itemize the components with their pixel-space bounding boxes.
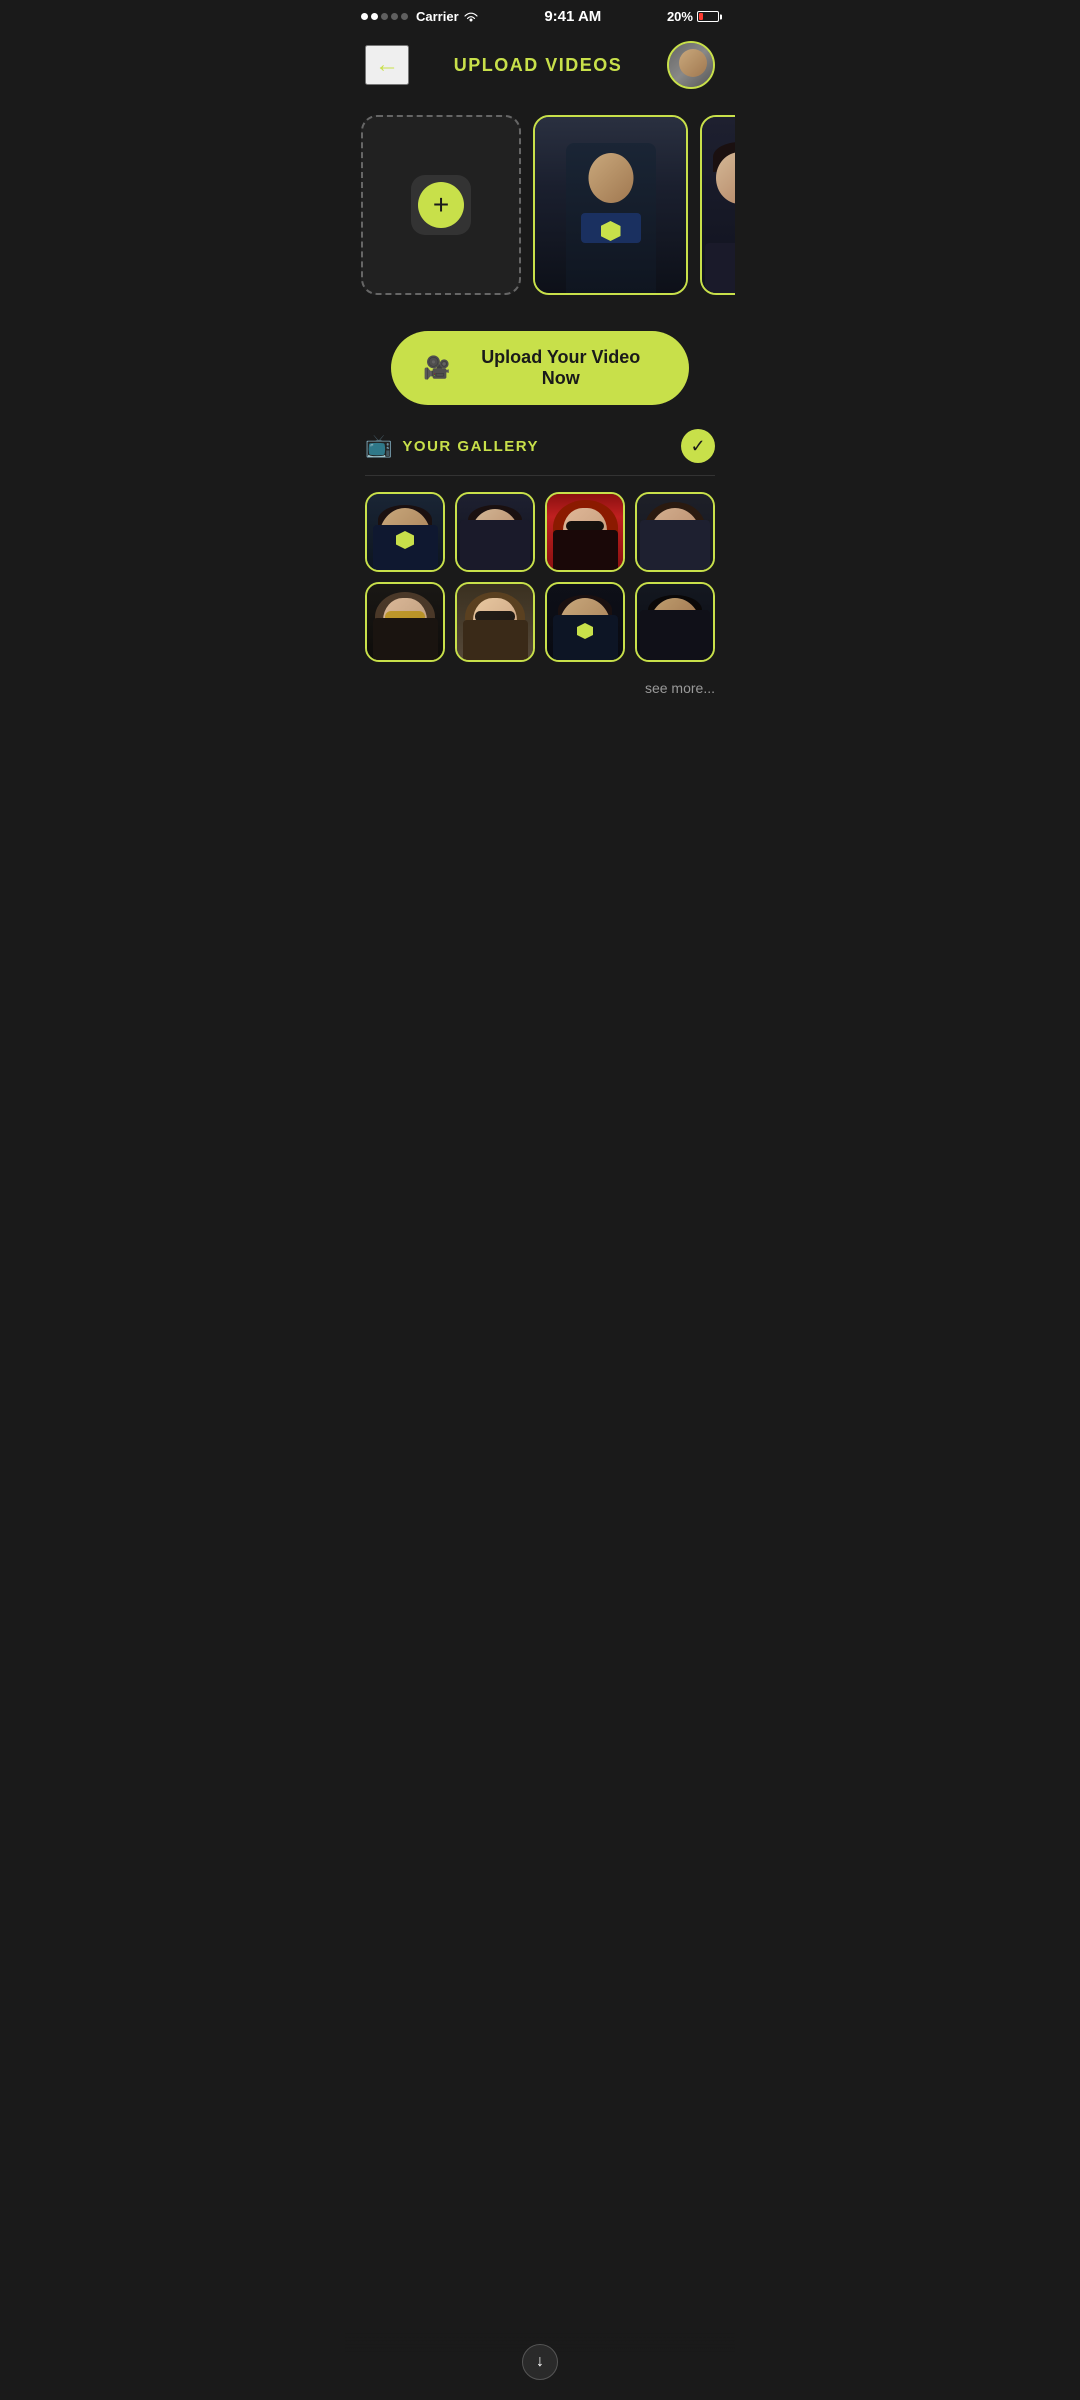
signal-icon xyxy=(361,13,408,20)
add-video-button[interactable]: + xyxy=(361,115,521,295)
gallery-item-2[interactable] xyxy=(455,492,535,572)
video-thumbnail-1[interactable] xyxy=(533,115,688,295)
gallery-grid-row1 xyxy=(365,492,715,572)
gallery-item-7[interactable] xyxy=(545,582,625,662)
status-right: 20% xyxy=(667,9,719,24)
upload-button-label: Upload Your Video Now xyxy=(465,347,657,389)
gallery-header: 📺 YOUR GALLERY ✓ xyxy=(365,429,715,476)
gallery-item-3[interactable] xyxy=(545,492,625,572)
gallery-item-1[interactable] xyxy=(365,492,445,572)
gallery-icon: 📺 xyxy=(365,433,392,459)
gallery-item-4[interactable] xyxy=(635,492,715,572)
avatar[interactable] xyxy=(667,41,715,89)
plus-icon: + xyxy=(418,182,464,228)
battery-label: 20% xyxy=(667,9,693,24)
upload-section: 🎥 Upload Your Video Now xyxy=(345,315,735,429)
video-preview-section: + xyxy=(345,105,735,315)
see-more-button[interactable]: see more... xyxy=(645,680,715,696)
status-bar: Carrier 9:41 AM 20% xyxy=(345,0,735,29)
header: ← UPLOAD VIDEOS xyxy=(345,29,735,105)
gallery-section: 📺 YOUR GALLERY ✓ xyxy=(345,429,735,714)
upload-button[interactable]: 🎥 Upload Your Video Now xyxy=(391,331,689,405)
status-left: Carrier xyxy=(361,9,479,24)
video-thumbnail-2[interactable] xyxy=(700,115,735,295)
status-time: 9:41 AM xyxy=(544,8,601,25)
page-title: UPLOAD VIDEOS xyxy=(454,55,623,76)
gallery-grid-row2 xyxy=(365,582,715,662)
gallery-item-6[interactable] xyxy=(455,582,535,662)
wifi-icon xyxy=(463,11,479,23)
carrier-label: Carrier xyxy=(416,9,459,24)
gallery-title: YOUR GALLERY xyxy=(402,438,671,455)
gallery-item-8[interactable] xyxy=(635,582,715,662)
gallery-item-5[interactable] xyxy=(365,582,445,662)
back-button[interactable]: ← xyxy=(365,45,409,85)
see-more-row: see more... xyxy=(365,672,715,714)
camera-icon: 🎥 xyxy=(423,355,450,381)
battery-icon xyxy=(697,11,719,22)
bottom-bar: ↓ xyxy=(345,2332,735,2400)
gallery-check-icon: ✓ xyxy=(681,429,715,463)
scroll-down-button[interactable]: ↓ xyxy=(522,2344,558,2380)
